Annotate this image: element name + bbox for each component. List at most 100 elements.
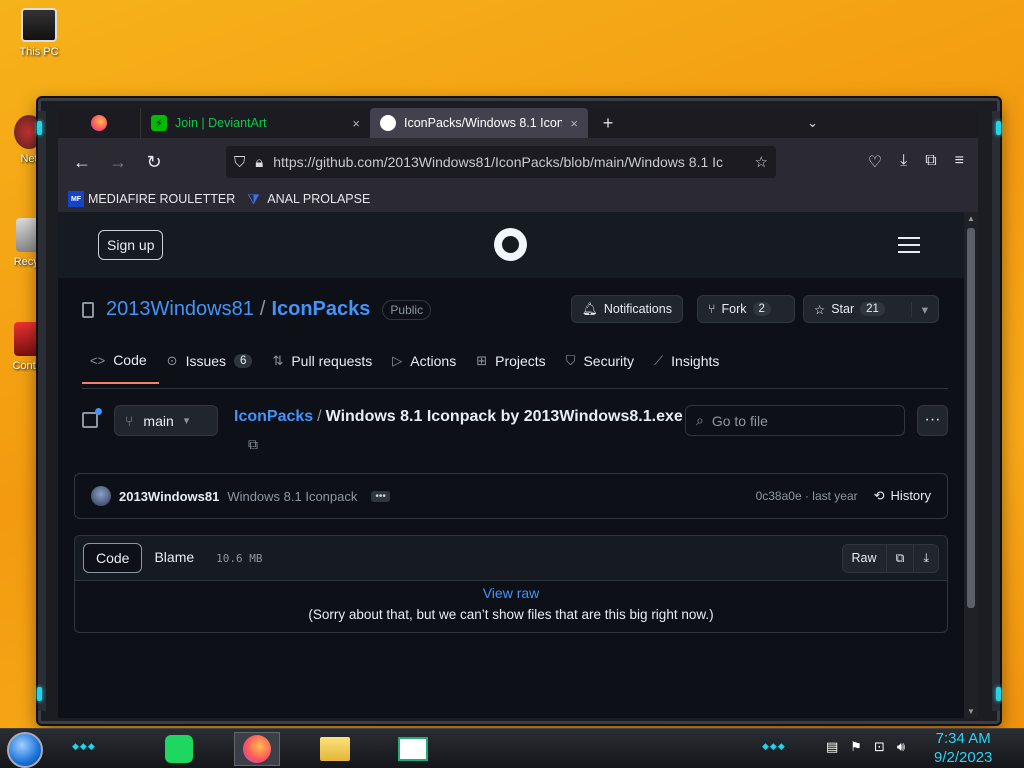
frame-led (37, 687, 42, 701)
history-label: History (890, 488, 931, 503)
download-icon[interactable]: ⤓ (900, 152, 907, 172)
volume-icon[interactable]: 🔊︎ (897, 739, 905, 755)
raw-button[interactable]: Raw (842, 544, 887, 572)
bookmark-label: ANAL PROLAPSE (267, 192, 371, 206)
tab-strip: ⚡ Join | DeviantArt × IconPacks/Windows … (58, 108, 978, 138)
tab-code[interactable]: <> Code (82, 352, 159, 384)
file-actions: Raw ⧉ ⤓ (841, 543, 939, 573)
tab-projects[interactable]: ⊞ Projects (468, 352, 557, 384)
tab-security[interactable]: ⛉ Security (558, 352, 646, 384)
show-hidden-icon[interactable]: ▤ (826, 739, 838, 755)
start-button[interactable] (7, 732, 43, 768)
repo-name-link[interactable]: IconPacks (271, 298, 370, 321)
bookmark-second[interactable]: ⧩ ANAL PROLAPSE (247, 191, 370, 207)
scroll-up-icon[interactable]: ▲ (967, 214, 975, 223)
network-icon[interactable]: ⊡ (874, 739, 885, 755)
tab-firefox[interactable] (58, 108, 140, 138)
pocket-icon[interactable]: ♡ (868, 152, 882, 172)
taskbar-app-file-explorer[interactable] (312, 732, 358, 766)
list-all-tabs-icon[interactable]: ⌄ (807, 115, 818, 131)
search-icon: ⌕ (696, 412, 704, 428)
frame-edge-right (992, 111, 1000, 711)
go-to-file-input[interactable]: ⌕ Go to file (685, 405, 905, 436)
commit-author[interactable]: 2013Windows81 (119, 489, 219, 504)
tab-actions[interactable]: ▷ Actions (384, 352, 468, 384)
fork-button[interactable]: ⑂ Fork 2 (697, 295, 795, 323)
new-tab-button[interactable]: + (588, 113, 628, 134)
chevron-down-icon[interactable]: ▾ (910, 301, 928, 317)
sign-up-button[interactable]: Sign up (98, 230, 164, 260)
tab-deviantart[interactable]: ⚡ Join | DeviantArt × (140, 108, 370, 138)
branch-selector[interactable]: ⑂ main ▾ (114, 405, 218, 436)
avatar[interactable] (91, 486, 111, 506)
close-icon[interactable]: × (352, 116, 360, 131)
file-header: Code Blame 10.6 MB Raw ⧉ ⤓ (75, 536, 947, 581)
frame-edge-left (38, 111, 46, 711)
fork-icon: ⑂ (708, 302, 716, 316)
extensions-icon[interactable]: ⧉ (925, 152, 936, 172)
shield-icon[interactable]: ⛉ (234, 154, 245, 171)
breadcrumb-repo-link[interactable]: IconPacks (234, 408, 313, 425)
bookmark-mediafire[interactable]: MF MEDIAFIRE ROULETTER (68, 191, 235, 207)
taskbar-app-firefox[interactable] (234, 732, 280, 766)
firefox-icon (243, 735, 271, 763)
tab-label: Security (583, 353, 635, 369)
copy-path-icon[interactable]: ⧉ (248, 436, 258, 453)
github-icon (380, 115, 396, 131)
github-logo-icon[interactable] (494, 228, 527, 261)
nav-divider (82, 388, 948, 389)
desktop-icon-this-pc[interactable]: This PC (10, 8, 68, 58)
scroll-down-icon[interactable]: ▼ (967, 707, 975, 716)
tab-github[interactable]: IconPacks/Windows 8.1 Iconpa × (370, 108, 588, 138)
tab-title: Join | DeviantArt (175, 116, 267, 130)
more-options-button[interactable]: ··· (917, 405, 948, 436)
commit-message[interactable]: Windows 8.1 Iconpack (227, 489, 357, 504)
history-button[interactable]: ⟲ History (874, 488, 931, 504)
breadcrumb-separator: / (317, 408, 322, 425)
tab-label: Actions (410, 353, 457, 369)
tab-issues[interactable]: ⊙ Issues 6 (159, 352, 265, 384)
taskbar-clock[interactable]: 7:34 AM 9/2/2023 (934, 729, 992, 767)
back-icon[interactable]: ← (64, 152, 100, 173)
close-icon[interactable]: × (570, 116, 578, 131)
bookmark-star-icon[interactable]: ☆ (755, 153, 768, 171)
scrollbar-thumb[interactable] (967, 228, 975, 608)
side-panel-icon[interactable] (82, 408, 102, 428)
frame-led (996, 121, 1001, 135)
url-text[interactable]: https://github.com/2013Windows81/IconPac… (273, 154, 744, 170)
page-scrollbar[interactable]: ▲ ▼ (964, 212, 978, 718)
view-raw-link[interactable]: View raw (75, 585, 947, 601)
tab-insights[interactable]: ⟋ Insights (646, 352, 731, 384)
menu-icon[interactable]: ≡ (955, 152, 964, 172)
taskbar-app-window[interactable] (390, 732, 436, 766)
flag-icon[interactable]: ⚑ (850, 739, 862, 755)
copy-raw-icon[interactable]: ⧉ (886, 544, 915, 572)
firefox-icon (91, 115, 107, 131)
taskbar-led: ◆◆◆ (762, 741, 786, 751)
taskbar-led: ◆◆◆ (72, 741, 96, 751)
chevron-down-icon: ▾ (183, 415, 190, 427)
latest-commit-bar: 2013Windows81 Windows 8.1 Iconpack ••• 0… (74, 473, 948, 519)
notifications-button[interactable]: 🔔︎ Notifications (571, 295, 683, 323)
repo-title: 2013Windows81 / IconPacks Public (82, 298, 432, 321)
commit-sha-time[interactable]: 0c38a0e · last year (756, 489, 858, 503)
tab-pull-requests[interactable]: ⇅ Pull requests (264, 352, 384, 384)
star-button[interactable]: ☆ Star 21 ▾ (803, 295, 939, 323)
deviantart-icon: ⚡ (151, 115, 167, 131)
lock-icon[interactable]: 🔒︎ (255, 154, 263, 171)
table-icon: ⊞ (476, 353, 488, 368)
url-bar[interactable]: ⛉ 🔒︎ https://github.com/2013Windows81/Ic… (226, 146, 776, 178)
code-toggle-button[interactable]: Code (83, 543, 143, 573)
blame-toggle-button[interactable]: Blame (142, 543, 206, 573)
breadcrumb: IconPacks / Windows 8.1 Iconpack by 2013Wi… (234, 408, 683, 426)
github-header: Sign up (58, 212, 964, 278)
reload-icon[interactable]: ↻ (136, 152, 172, 173)
commit-details-button[interactable]: ••• (371, 490, 390, 502)
hamburger-menu-icon[interactable] (898, 237, 920, 258)
frame-led (996, 687, 1001, 701)
taskbar-app-spotify[interactable] (156, 732, 202, 766)
star-label: Star (831, 302, 855, 316)
forward-icon[interactable]: → (100, 152, 136, 173)
repo-owner-link[interactable]: 2013Windows81 (106, 298, 254, 321)
download-raw-icon[interactable]: ⤓ (914, 544, 938, 572)
